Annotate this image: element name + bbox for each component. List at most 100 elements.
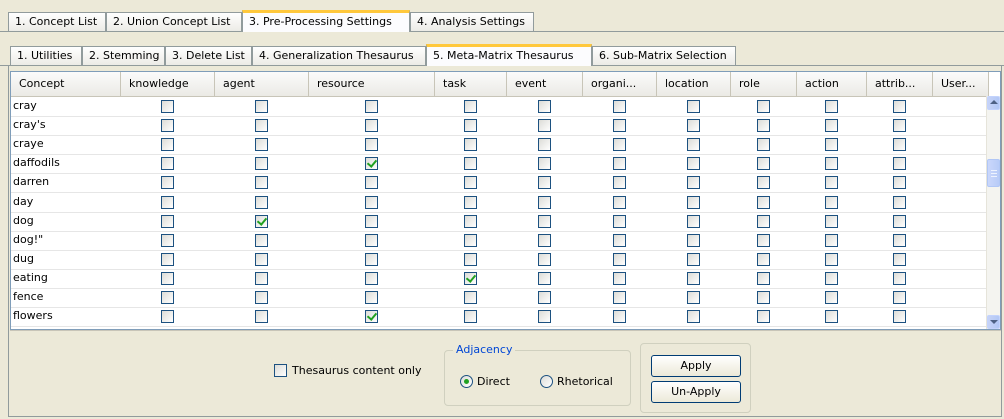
matrix-checkbox[interactable] [161, 291, 174, 304]
matrix-checkbox[interactable] [538, 252, 551, 266]
matrix-checkbox[interactable] [538, 195, 551, 209]
matrix-checkbox[interactable] [464, 176, 477, 190]
matrix-checkbox[interactable] [825, 119, 838, 133]
matrix-checkbox[interactable] [255, 291, 268, 304]
matrix-checkbox[interactable] [161, 252, 174, 266]
matrix-checkbox[interactable] [538, 233, 551, 247]
matrix-checkbox[interactable] [687, 100, 700, 113]
matrix-checkbox[interactable] [825, 291, 838, 304]
matrix-checkbox[interactable] [538, 214, 551, 228]
matrix-checkbox[interactable] [464, 291, 477, 304]
matrix-checkbox[interactable] [893, 119, 906, 133]
matrix-checkbox[interactable] [255, 119, 268, 133]
matrix-checkbox[interactable] [255, 252, 268, 266]
matrix-checkbox[interactable] [893, 100, 906, 113]
vertical-scrollbar[interactable] [986, 96, 1000, 329]
thesaurus-only-checkbox[interactable] [274, 364, 287, 377]
matrix-checkbox[interactable] [538, 271, 551, 285]
matrix-checkbox[interactable] [757, 138, 770, 152]
column-header[interactable]: action [797, 72, 867, 96]
matrix-checkbox[interactable] [161, 157, 174, 171]
matrix-checkbox[interactable] [613, 310, 626, 324]
inner-tab-5[interactable]: 5. Meta-Matrix Thesaurus [426, 44, 592, 66]
matrix-checkbox[interactable] [687, 233, 700, 247]
matrix-checkbox[interactable] [365, 195, 378, 209]
matrix-checkbox[interactable] [538, 310, 551, 324]
column-header[interactable]: knowledge [121, 72, 215, 96]
matrix-checkbox[interactable] [464, 233, 477, 247]
matrix-checkbox[interactable] [255, 310, 268, 324]
matrix-checkbox[interactable] [893, 233, 906, 247]
matrix-checkbox[interactable] [464, 119, 477, 133]
matrix-checkbox[interactable] [365, 252, 378, 266]
matrix-checkbox[interactable] [538, 138, 551, 152]
matrix-checkbox[interactable] [825, 252, 838, 266]
matrix-checkbox[interactable] [464, 195, 477, 209]
inner-tab-3[interactable]: 3. Delete List [165, 46, 252, 65]
matrix-checkbox[interactable] [365, 138, 378, 152]
matrix-checkbox[interactable] [757, 214, 770, 228]
matrix-checkbox[interactable] [687, 252, 700, 266]
inner-tab-2[interactable]: 2. Stemming [82, 46, 165, 65]
matrix-checkbox[interactable] [687, 271, 700, 285]
matrix-checkbox[interactable] [464, 157, 477, 171]
matrix-checkbox[interactable] [825, 100, 838, 113]
matrix-checkbox[interactable] [613, 195, 626, 209]
matrix-checkbox[interactable] [365, 157, 378, 171]
scroll-thumb[interactable] [987, 159, 1000, 187]
matrix-checkbox[interactable] [687, 119, 700, 133]
matrix-checkbox[interactable] [757, 195, 770, 209]
unapply-button[interactable]: Un-Apply [651, 381, 741, 403]
matrix-checkbox[interactable] [255, 214, 268, 228]
matrix-checkbox[interactable] [893, 291, 906, 304]
matrix-checkbox[interactable] [464, 271, 477, 285]
matrix-checkbox[interactable] [255, 100, 268, 113]
matrix-checkbox[interactable] [613, 291, 626, 304]
inner-tab-4[interactable]: 4. Generalization Thesaurus [252, 46, 426, 65]
outer-tab-3[interactable]: 3. Pre-Processing Settings [242, 10, 410, 32]
matrix-checkbox[interactable] [365, 100, 378, 113]
matrix-checkbox[interactable] [613, 233, 626, 247]
matrix-checkbox[interactable] [825, 176, 838, 190]
matrix-checkbox[interactable] [757, 271, 770, 285]
matrix-checkbox[interactable] [613, 100, 626, 113]
matrix-checkbox[interactable] [365, 233, 378, 247]
matrix-checkbox[interactable] [161, 176, 174, 190]
matrix-checkbox[interactable] [687, 214, 700, 228]
matrix-checkbox[interactable] [365, 291, 378, 304]
outer-tab-1[interactable]: 1. Concept List [8, 12, 106, 31]
column-header[interactable]: organi... [583, 72, 657, 96]
matrix-checkbox[interactable] [464, 138, 477, 152]
scroll-up-button[interactable] [987, 96, 1000, 110]
matrix-checkbox[interactable] [613, 176, 626, 190]
matrix-checkbox[interactable] [687, 291, 700, 304]
matrix-checkbox[interactable] [613, 138, 626, 152]
matrix-checkbox[interactable] [161, 138, 174, 152]
scroll-down-button[interactable] [987, 315, 1000, 329]
matrix-checkbox[interactable] [893, 252, 906, 266]
matrix-checkbox[interactable] [538, 157, 551, 171]
column-header[interactable]: role [731, 72, 797, 96]
matrix-checkbox[interactable] [365, 119, 378, 133]
matrix-checkbox[interactable] [893, 195, 906, 209]
matrix-checkbox[interactable] [757, 100, 770, 113]
matrix-checkbox[interactable] [687, 176, 700, 190]
matrix-checkbox[interactable] [161, 233, 174, 247]
matrix-checkbox[interactable] [255, 195, 268, 209]
matrix-checkbox[interactable] [687, 195, 700, 209]
matrix-checkbox[interactable] [825, 310, 838, 324]
matrix-checkbox[interactable] [757, 176, 770, 190]
matrix-checkbox[interactable] [825, 157, 838, 171]
matrix-checkbox[interactable] [365, 214, 378, 228]
column-header[interactable]: event [507, 72, 583, 96]
matrix-checkbox[interactable] [825, 138, 838, 152]
matrix-checkbox[interactable] [161, 310, 174, 324]
rhetorical-radio-button[interactable] [540, 375, 553, 388]
matrix-checkbox[interactable] [825, 271, 838, 285]
matrix-checkbox[interactable] [161, 195, 174, 209]
matrix-checkbox[interactable] [538, 100, 551, 113]
matrix-checkbox[interactable] [161, 119, 174, 133]
apply-button[interactable]: Apply [651, 355, 741, 377]
matrix-checkbox[interactable] [255, 271, 268, 285]
column-header[interactable]: Concept [11, 72, 121, 96]
